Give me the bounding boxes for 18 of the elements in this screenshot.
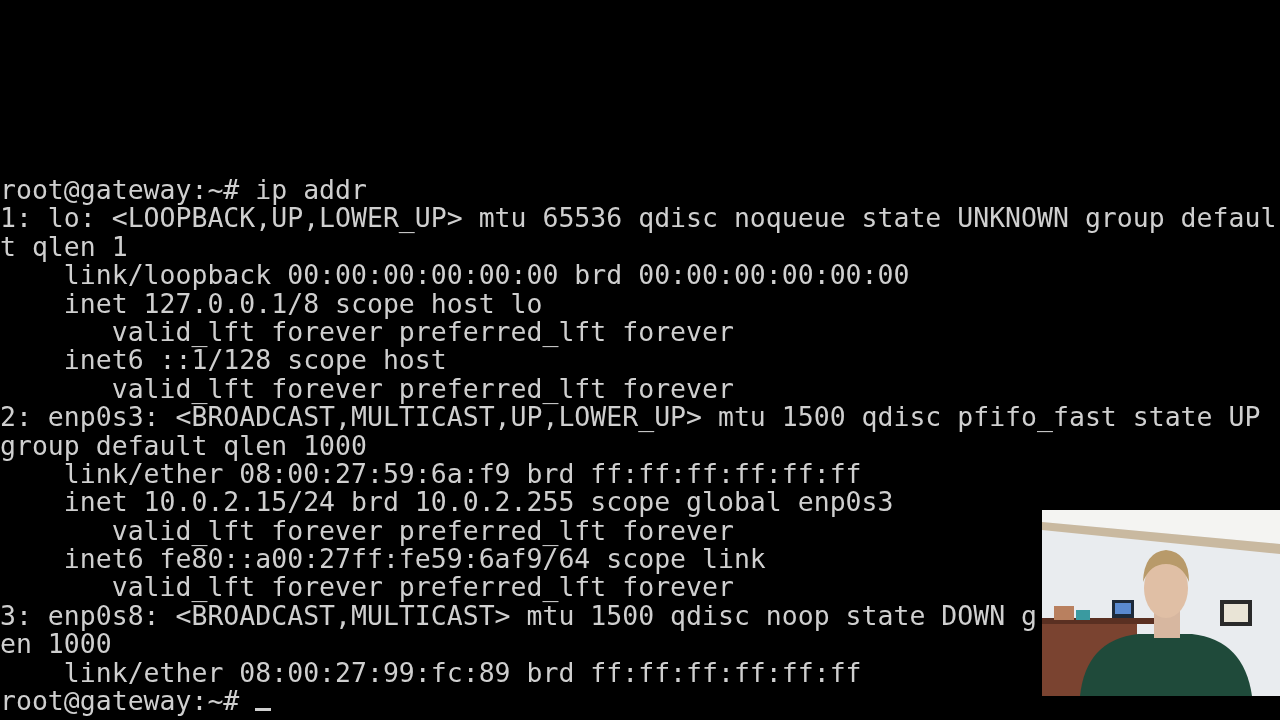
terminal-prompt: root@gateway:~# <box>0 687 241 716</box>
cursor-icon <box>255 708 272 712</box>
terminal-line: link/ether 08:00:27:99:fc:89 brd ff:ff:ff:ff:ff:ff <box>62 658 862 688</box>
terminal-line: inet 127.0.0.1/8 scope host lo <box>62 289 543 318</box>
terminal-line: 2: enp0s3: <BROADCAST,MULTICAST,UP,LOWER_UP> mtu 1500 qdisc pfifo_fast state UP <box>0 403 1261 432</box>
terminal-line: valid_lft forever preferred_lft forever <box>110 516 734 546</box>
terminal-line: inet6 ::1/128 scope host <box>62 346 447 375</box>
terminal-line: valid_lft forever preferred_lft forever <box>110 573 734 602</box>
terminal-line: inet6 fe80::a00:27ff:fe59:6af9/64 scope link <box>62 545 766 574</box>
terminal-line: t qlen 1 <box>0 232 128 262</box>
terminal-line: group default qlen 1000 <box>0 431 367 460</box>
terminal-line: en 1000 <box>0 630 112 659</box>
terminal-line: 1: lo: <LOOPBACK,UP,LOWER_UP> mtu 65536 qdisc noqueue state UNKNOWN group defaul <box>0 204 1277 233</box>
terminal-line: 3: enp0s8: <BROADCAST,MULTICAST> mtu 1500 qdisc noop state DOWN g <box>0 601 1038 631</box>
terminal-line: inet 10.0.2.15/24 brd 10.0.2.255 scope global enp0s3 <box>62 488 894 517</box>
terminal-line: root@gateway:~# ip addr <box>0 176 367 205</box>
terminal-line: valid_lft forever preferred_lft forever <box>110 374 734 404</box>
terminal-line: link/loopback 00:00:00:00:00:00 brd 00:00:00:00:00:00 <box>63 261 910 290</box>
